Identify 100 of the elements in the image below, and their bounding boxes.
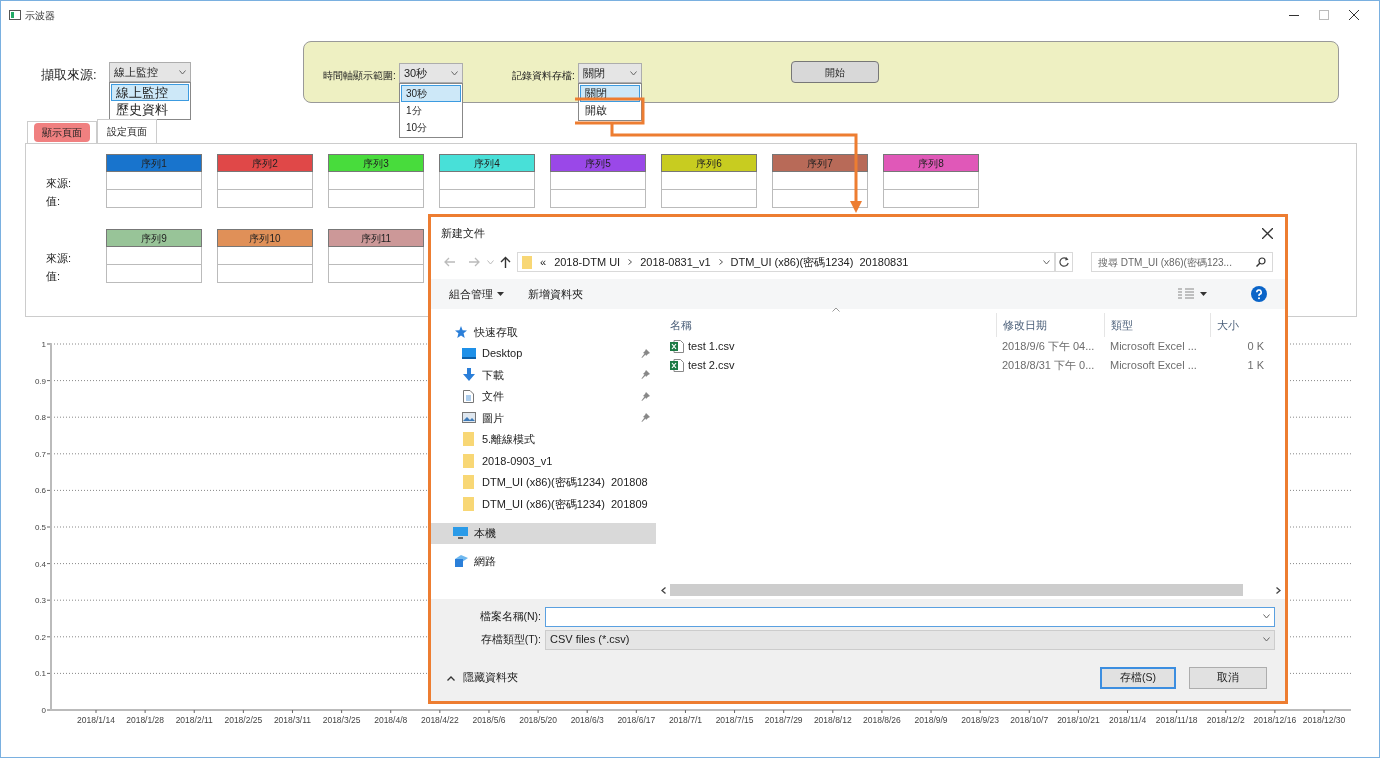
nav-item[interactable]: 文件 — [431, 385, 656, 407]
view-button[interactable] — [1178, 288, 1207, 300]
column-header[interactable]: 修改日期 — [996, 313, 1104, 337]
pin-icon — [641, 391, 650, 401]
refresh-icon — [1058, 256, 1070, 268]
back-icon[interactable] — [443, 257, 455, 267]
dropdown-option[interactable]: 線上監控 — [111, 84, 189, 101]
row-label: 來源: — [46, 176, 72, 190]
column-header[interactable]: 名稱 — [656, 313, 996, 337]
input-field[interactable] — [883, 190, 979, 208]
input-field[interactable] — [328, 265, 424, 283]
nav-item[interactable]: DTM_UI (x86)(密碼1234) 201808 — [431, 471, 656, 493]
input-field[interactable] — [328, 247, 424, 265]
close-button[interactable] — [1262, 227, 1273, 239]
hide-folders-button[interactable]: 隱藏資料夾 — [441, 670, 518, 686]
axis-label: 2018/1/14 — [77, 715, 115, 725]
maximize-icon[interactable] — [1319, 10, 1329, 20]
input-field[interactable] — [439, 172, 535, 190]
input-field[interactable] — [550, 190, 646, 208]
dropdown-option[interactable]: 10分 — [401, 119, 461, 136]
dropdown[interactable]: 30秒 — [399, 63, 463, 83]
caret-icon[interactable] — [1043, 259, 1050, 265]
field-label: 時間軸顯示範圍: — [323, 69, 396, 83]
input-field[interactable] — [106, 247, 202, 265]
chevron-icon — [718, 259, 723, 265]
column-header[interactable]: 類型 — [1104, 313, 1210, 337]
nav-item[interactable]: 圖片 — [431, 407, 656, 429]
nav-item[interactable]: Desktop — [431, 342, 656, 364]
input-field[interactable] — [328, 172, 424, 190]
series-header: 序列7 — [772, 154, 868, 172]
nav-item[interactable]: 2018-0903_v1 — [431, 450, 656, 472]
axis-label: 0 — [41, 706, 46, 715]
filename-field[interactable] — [545, 606, 1275, 627]
input-field[interactable] — [106, 190, 202, 208]
input-field[interactable] — [550, 172, 646, 190]
nav-item[interactable]: 下載 — [431, 364, 656, 386]
nav-item[interactable]: 本機 — [431, 522, 656, 544]
search-field[interactable]: 搜尋 DTM_UI (x86)(密碼123... — [1091, 252, 1273, 272]
tab[interactable]: 設定頁面 — [97, 119, 157, 143]
input-field[interactable] — [217, 265, 313, 283]
breadcrumb-item[interactable]: « — [540, 253, 547, 271]
table-cell-text: Microsoft Excel ... — [1109, 358, 1198, 374]
column-header[interactable]: 大小 — [1210, 313, 1270, 337]
filetype-dropdown[interactable]: CSV files (*.csv) — [545, 629, 1275, 650]
input-field[interactable] — [217, 247, 313, 265]
dropdown-option[interactable]: 開啟 — [580, 102, 640, 119]
help-icon[interactable] — [1251, 286, 1267, 302]
dropdown[interactable]: 線上監控 — [109, 62, 191, 82]
axis-label: 2018/10/7 — [1010, 715, 1049, 725]
dropdown[interactable]: 關閉 — [578, 63, 642, 83]
caret-icon — [1200, 292, 1207, 296]
input-field[interactable] — [217, 190, 313, 208]
breadcrumb-item[interactable]: 2018-DTM UI — [554, 253, 621, 271]
chevron-up-icon — [447, 675, 455, 681]
input-field[interactable] — [106, 172, 202, 190]
axis-label: 2018/7/1 — [668, 715, 702, 725]
organize-button[interactable]: 組合管理 — [449, 285, 504, 303]
input-field[interactable] — [772, 172, 868, 190]
nav-item[interactable]: 網路 — [431, 550, 656, 572]
star-icon — [454, 325, 467, 338]
input-field[interactable] — [772, 190, 868, 208]
close-icon[interactable] — [1349, 10, 1359, 20]
spreadsheet-file-icon — [670, 340, 684, 353]
dropdown-option[interactable]: 1分 — [401, 102, 461, 119]
input-field[interactable] — [328, 190, 424, 208]
file-name[interactable]: test 1.csv — [688, 338, 735, 355]
nav-item[interactable]: 快速存取 — [431, 321, 656, 343]
nav-item[interactable]: DTM_UI (x86)(密碼1234) 201809 — [431, 493, 656, 515]
input-field[interactable] — [661, 190, 757, 208]
axis-label: 1 — [41, 340, 46, 349]
axis-label: 2018/7/15 — [715, 715, 754, 725]
minimize-icon[interactable] — [1289, 13, 1299, 17]
up-icon[interactable] — [500, 256, 511, 268]
input-field[interactable] — [883, 172, 979, 190]
file-name[interactable]: test 2.csv — [688, 357, 735, 374]
refresh-button[interactable] — [1055, 252, 1073, 272]
input-field[interactable] — [106, 265, 202, 283]
start-button[interactable]: 開始 — [791, 61, 879, 83]
nav-item[interactable]: 5.離線模式 — [431, 428, 656, 450]
forward-icon[interactable] — [469, 257, 481, 267]
dropdown-option[interactable]: 30秒 — [401, 85, 461, 102]
new-folder-button[interactable]: 新增資料夾 — [528, 285, 583, 303]
input-field[interactable] — [661, 172, 757, 190]
cancel-button[interactable]: 取消 — [1189, 667, 1267, 689]
address-bar[interactable]: « 2018-DTM UI 2018-0831_v1 DTM_UI (x86)(密碼1234) 20180831 — [517, 252, 1055, 272]
dialog-title: 新建文件 — [441, 225, 485, 241]
breadcrumb-item[interactable]: DTM_UI (x86)(密碼1234) 20180831 — [730, 253, 909, 271]
axis-label: 2018/12/2 — [1206, 715, 1245, 725]
save-button[interactable]: 存檔(S) — [1100, 667, 1176, 689]
input-field[interactable] — [439, 190, 535, 208]
scroll-left-icon[interactable] — [660, 586, 666, 594]
caret-icon[interactable] — [487, 259, 494, 265]
tab[interactable]: 顯示頁面 — [34, 123, 90, 142]
input-field[interactable] — [217, 172, 313, 190]
sort-icon[interactable] — [832, 307, 840, 312]
breadcrumb-item[interactable]: 2018-0831_v1 — [640, 253, 711, 271]
scrollbar-thumb[interactable] — [670, 584, 1243, 596]
scroll-right-icon[interactable] — [1275, 586, 1281, 594]
axis-label: 2018/9/23 — [961, 715, 1000, 725]
dropdown-option[interactable]: 歷史資料 — [111, 101, 189, 118]
